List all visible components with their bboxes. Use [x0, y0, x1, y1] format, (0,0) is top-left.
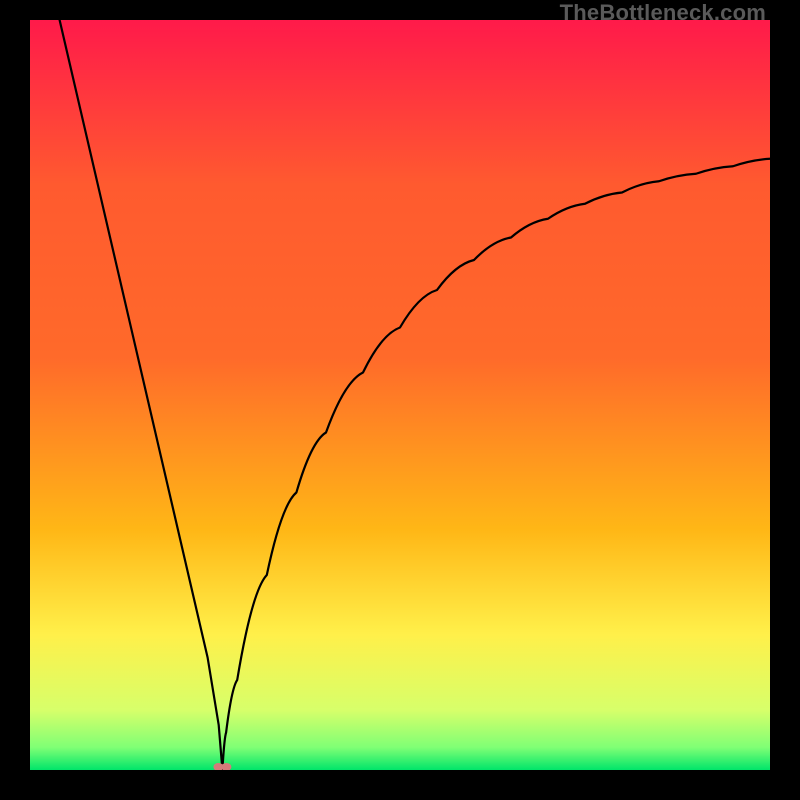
chart-frame — [30, 20, 770, 770]
gradient-background — [30, 20, 770, 770]
watermark-text: TheBottleneck.com — [560, 0, 766, 26]
bottleneck-chart — [30, 20, 770, 770]
